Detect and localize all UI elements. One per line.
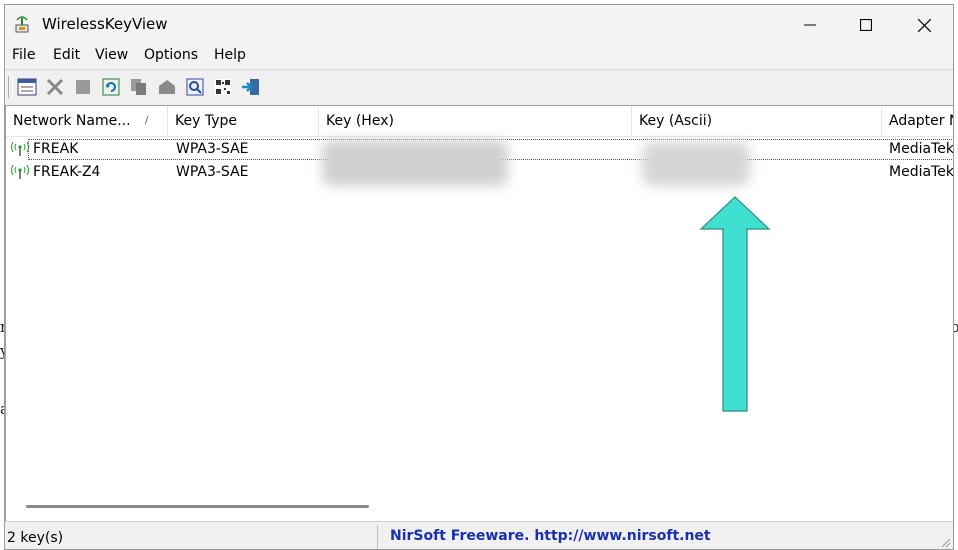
copy-button[interactable] [128, 76, 150, 98]
key-type: WPA3-SAE [176, 164, 249, 180]
horizontal-scrollbar[interactable] [26, 505, 369, 508]
sort-indicator: / [145, 115, 149, 126]
key-type: WPA3-SAE [176, 141, 249, 157]
column-header-key-ascii[interactable]: Key (Ascii) [632, 106, 882, 136]
nirsoft-link[interactable]: NirSoft Freeware. http://www.nirsoft.net [390, 528, 711, 544]
wireless-network-icon [11, 164, 29, 179]
window-title: WirelessKeyView [42, 15, 168, 33]
toolbar [5, 69, 953, 104]
find-button[interactable] [184, 76, 206, 98]
close-button[interactable] [895, 5, 953, 45]
close-icon [917, 18, 931, 32]
minimize-button[interactable] [781, 5, 839, 45]
annotation-arrow [699, 196, 771, 412]
delete-button[interactable] [44, 76, 66, 98]
redacted-key-hex [322, 140, 508, 186]
menu-edit[interactable]: Edit [53, 47, 80, 63]
wireless-key-app-icon [15, 16, 29, 33]
wireless-network-icon [11, 141, 29, 156]
network-key-list[interactable]: Network Name... / Key Type Key (Hex) Key… [5, 105, 953, 521]
column-header-key-type[interactable]: Key Type [168, 106, 319, 136]
minimize-icon [804, 24, 816, 26]
network-name: FREAK-Z4 [33, 164, 101, 180]
maximize-icon [860, 19, 872, 31]
status-separator [377, 525, 378, 549]
title-bar: WirelessKeyView [5, 5, 953, 45]
column-header-key-hex[interactable]: Key (Hex) [319, 106, 632, 136]
menu-file[interactable]: File [12, 47, 35, 63]
delete-icon [46, 78, 64, 96]
maximize-button[interactable] [837, 5, 895, 45]
menu-view[interactable]: View [95, 47, 128, 63]
size-grip-icon[interactable] [939, 536, 951, 548]
export-icon [159, 80, 175, 94]
export-button[interactable] [156, 76, 178, 98]
adapter-name: MediaTek_ [889, 141, 953, 157]
status-bar: 2 key(s) NirSoft Freeware. http://www.ni… [5, 521, 953, 549]
qr-code-button[interactable] [212, 76, 234, 98]
copy-icon [131, 79, 146, 95]
menu-options[interactable]: Options [144, 47, 198, 63]
list-header: Network Name... / Key Type Key (Hex) Key… [6, 106, 953, 137]
redacted-key-ascii [642, 142, 750, 186]
column-header-adapter[interactable]: Adapter N [882, 106, 953, 136]
stop-icon [76, 80, 90, 94]
adapter-name: MediaTek [889, 164, 953, 180]
key-count: 2 key(s) [7, 530, 64, 546]
column-header-network-name[interactable]: Network Name... [6, 106, 168, 136]
find-icon [186, 78, 204, 96]
menu-help[interactable]: Help [214, 47, 246, 63]
qr-code-icon [215, 79, 231, 95]
app-window: WirelessKeyView File Edit View Options H… [4, 4, 954, 550]
menu-bar: File Edit View Options Help [5, 45, 953, 69]
refresh-button[interactable] [100, 76, 122, 98]
network-name: FREAK [33, 141, 79, 157]
properties-icon [17, 78, 37, 96]
exit-button[interactable] [240, 76, 262, 98]
refresh-icon [102, 78, 120, 96]
properties-button[interactable] [16, 76, 38, 98]
exit-icon [242, 79, 259, 95]
stop-button[interactable] [72, 76, 94, 98]
toolbar-grip [8, 76, 13, 98]
